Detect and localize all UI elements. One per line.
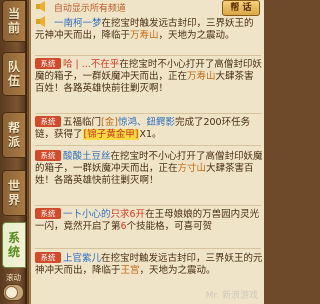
divider [35,205,261,206]
msg-1-part-0[interactable]: 一南柯一梦 [54,18,102,29]
msg-4-part-0[interactable]: 酸酸土豆丝 [63,151,111,162]
msg-6-part-2[interactable]: 王宫 [121,265,140,276]
tab-guild-label-2: 派 [7,135,20,149]
msg-5-part-0[interactable]: 一卜小心的 [63,209,111,220]
speaker-icon [36,1,45,12]
channel-hint-text: 自动显示所有频道 [53,4,126,14]
msg-3-part-5: X1。 [139,129,162,140]
msg-5-part-1[interactable]: 只求6开 [111,209,146,220]
message-4: 系统 酸酸土豆丝在挖宝时不小心打开了高僧封印妖魔的箱子，一群妖魔冲天而出，正在方寸… [35,150,263,187]
system-badge: 系统 [35,208,61,219]
msg-6-part-0[interactable]: 上官紫儿 [63,253,101,264]
tab-current-label-1: 当 [7,7,20,21]
msg-4-part-2[interactable]: 方寸山 [178,163,207,174]
tab-team-label-1: 队 [7,60,20,74]
chat-panel[interactable]: 自动显示所有频道 帮 话 一南柯一梦在挖宝时触发远古封印，三界妖王的元神冲天而出… [29,0,264,304]
tab-world-label-2: 界 [7,193,20,207]
message-1: 一南柯一梦在挖宝时触发远古封印，三界妖王的元神冲天而出，降临于万寿山，天地为之震… [35,16,263,42]
msg-6-part-3: ，天地为之震动。 [139,265,216,276]
speaker-icon [36,16,45,27]
tab-guild[interactable]: 帮 派 [2,112,26,158]
channel-hint: 自动显示所有频道 [35,1,126,15]
msg-1-part-3: ，天地为之震动。 [158,30,235,41]
divider [35,113,261,114]
system-badge: 系统 [35,252,61,263]
tab-world-label-1: 世 [7,179,20,193]
tab-system-label-1: 系 [7,231,20,245]
msg-2-part-2[interactable]: 万寿山 [187,71,216,82]
tab-world[interactable]: 世 界 [2,170,26,216]
msg-5-part-4: 个技能格，可喜可贺 [126,221,213,232]
message-5: 系统 一卜小心的只求6开在王母娘娘的万兽园内灵光一闪，竟然开启了第6个技能格，可喜… [35,208,263,233]
divider [35,248,261,249]
toggle-knob [5,286,18,299]
tab-current-label-2: 前 [7,21,20,35]
channel-sidebar: 当 前 队 伍 帮 派 世 界 系 统 滚动 [0,0,27,304]
watermark: Mr. 新浪游戏 [205,291,258,301]
tab-system[interactable]: 系 统 [2,222,26,268]
message-6: 系统 上官紫儿在挖宝时触发远古封印，三界妖王的元神冲天而出，降临于王宫，天地为之震… [35,252,263,277]
system-badge: 系统 [35,116,61,127]
message-3: 系统 五福临门[金]惊鸿、鈕鳄影完成了200环任务链，获得了[锦子黄金甲]X1。 [35,116,263,141]
item-link[interactable]: [锦子黄金甲] [82,129,140,140]
msg-3-part-0: 五福临门 [63,117,102,128]
help-button[interactable]: 帮 话 [222,0,260,16]
divider [35,145,261,146]
tab-system-label-2: 统 [7,245,20,259]
system-badge: 系统 [35,58,61,69]
auto-scroll-toggle[interactable] [3,284,24,301]
msg-3-part-2[interactable]: 惊鸿、鈕鳄影 [118,117,175,128]
tab-guild-label-1: 帮 [7,121,20,135]
tab-team[interactable]: 队 伍 [2,52,26,96]
msg-2-part-0[interactable]: 哈 | ...不在乎 [63,59,119,70]
auto-scroll-label: 滚动 [6,273,21,282]
system-badge: 系统 [35,150,61,161]
msg-3-part-1: [金] [101,117,118,128]
message-2: 系统哈 | ...不在乎在挖宝时不小心打开了高僧封印妖魔的箱子，一群妖魔冲天而出… [35,58,263,95]
tab-team-label-2: 伍 [7,74,20,88]
tab-current[interactable]: 当 前 [2,0,26,42]
divider [35,55,261,56]
msg-1-part-2[interactable]: 万寿山 [130,30,159,41]
